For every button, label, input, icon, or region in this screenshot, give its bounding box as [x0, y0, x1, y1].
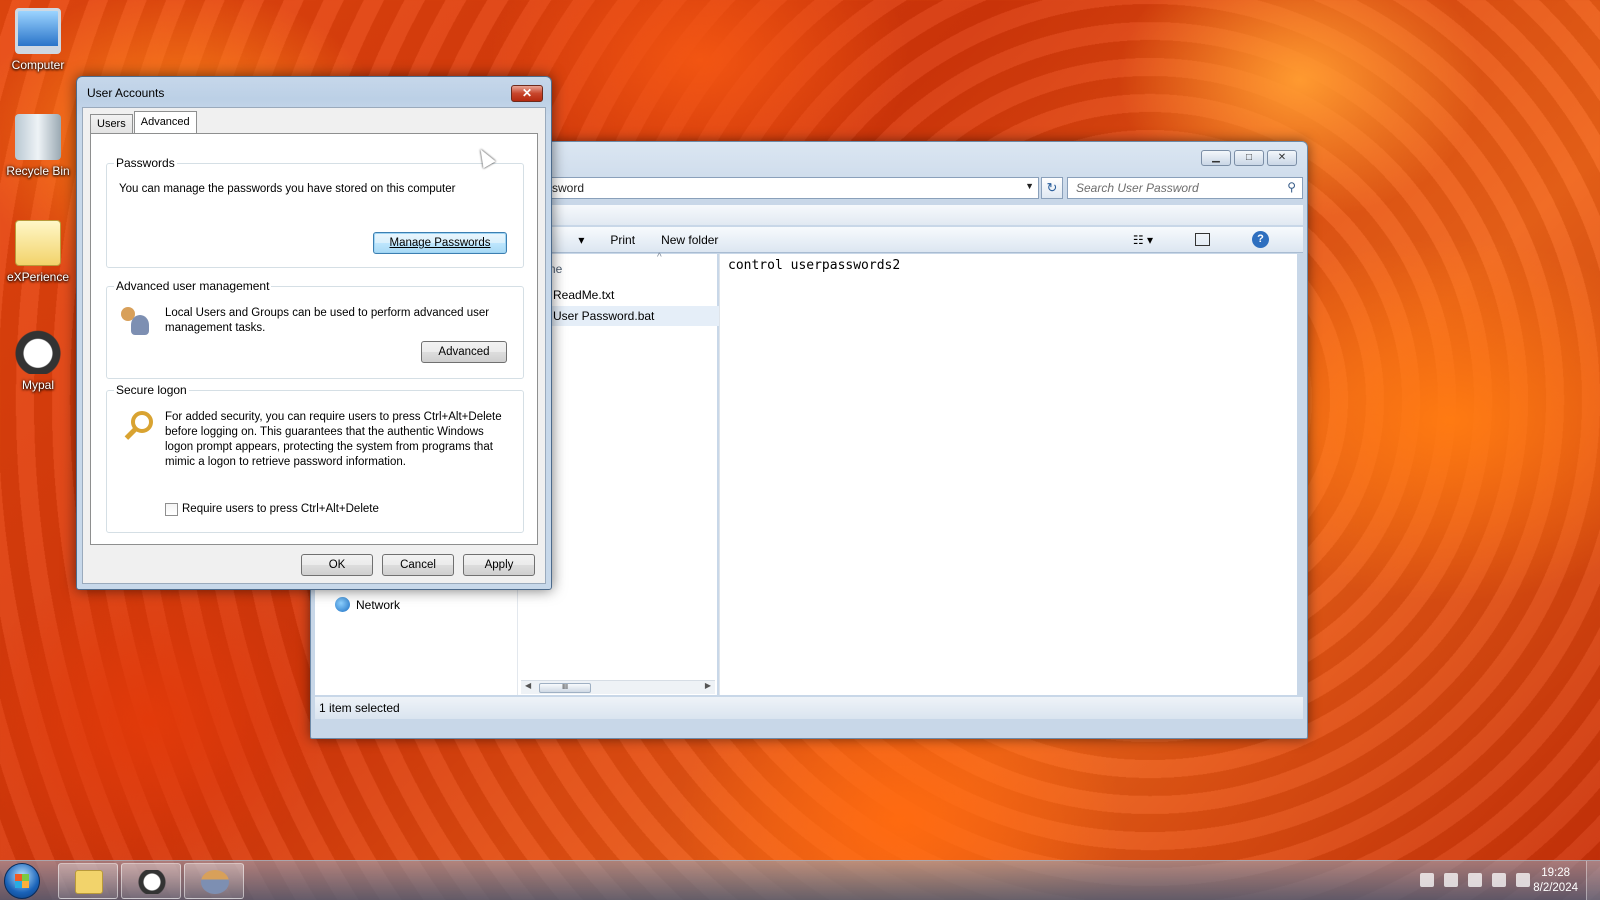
windows-explorer-icon — [75, 870, 103, 894]
notification-icon[interactable] — [1420, 873, 1434, 887]
chevron-down-icon[interactable]: ▼ — [1025, 181, 1034, 191]
toolbar: th ▾ Print New folder ☷ ▾ ? — [539, 227, 1303, 253]
computer-icon — [15, 8, 61, 54]
group-legend: Secure logon — [114, 383, 189, 397]
dialog-client: Users Advanced Passwords You can manage … — [82, 107, 546, 584]
checkbox-label[interactable]: Require users to press Ctrl+Alt+Delete — [182, 502, 482, 517]
clock-time: 19:28 — [1541, 867, 1570, 879]
scroll-left-icon[interactable]: ◀ — [525, 681, 531, 690]
clock-date: 8/2/2024 — [1533, 882, 1578, 894]
sort-arrow-icon: ^ — [657, 252, 662, 263]
taskbar: 19:28 8/2/2024 — [0, 860, 1600, 900]
taskbar-item-user-accounts[interactable] — [184, 863, 244, 899]
tab-users[interactable]: Users — [90, 114, 133, 133]
new-folder-button[interactable]: New folder — [661, 233, 718, 247]
passwords-description: You can manage the passwords you have st… — [119, 183, 456, 195]
security-icon[interactable] — [1444, 873, 1458, 887]
nav-item-network[interactable]: Network — [335, 597, 400, 612]
secure-logon-description: For added security, you can require user… — [165, 411, 502, 468]
search-icon[interactable]: ⚲ — [1287, 180, 1296, 194]
horizontal-scrollbar[interactable]: ◀ III ▶ — [521, 680, 715, 694]
list-item[interactable]: ReadMe.txt — [539, 285, 719, 305]
preview-text: control userpasswords2 — [728, 258, 901, 273]
taskbar-item-mypal[interactable] — [121, 863, 181, 899]
ok-button[interactable]: OK — [301, 554, 373, 576]
minimize-button[interactable]: ▁ — [1201, 150, 1231, 166]
group-legend: Passwords — [114, 156, 177, 170]
show-desktop-button[interactable] — [1586, 861, 1600, 900]
file-name: User Password.bat — [553, 309, 655, 323]
desktop-icon-label: Computer — [11, 58, 65, 72]
menu-strip — [539, 205, 1303, 225]
advanced-button[interactable]: Advanced — [421, 341, 507, 363]
volume-muted-icon[interactable] — [1516, 873, 1530, 887]
search-input[interactable]: Search User Password ⚲ — [1067, 177, 1303, 199]
preview-pane: control userpasswords2 — [719, 254, 1297, 695]
recycle-bin-icon — [15, 114, 61, 160]
file-name: ReadMe.txt — [553, 288, 615, 302]
require-ctrl-alt-delete-checkbox[interactable] — [165, 503, 178, 516]
desktop-icon-recycle-bin[interactable]: Recycle Bin — [4, 114, 72, 178]
cancel-button[interactable]: Cancel — [382, 554, 454, 576]
button-label: Manage Passwords — [389, 237, 491, 249]
close-button[interactable]: ✕ — [1267, 150, 1297, 166]
flag-icon[interactable] — [1468, 873, 1482, 887]
scroll-right-icon[interactable]: ▶ — [705, 681, 711, 690]
desktop-icon-label: eXPerience — [6, 270, 70, 284]
desktop-icon-computer[interactable]: Computer — [4, 8, 72, 72]
mypal-browser-icon — [138, 870, 166, 894]
network-tray-icon[interactable] — [1492, 873, 1506, 887]
mypal-browser-icon — [15, 328, 61, 374]
print-button[interactable]: Print — [610, 233, 635, 247]
manage-passwords-button[interactable]: Manage Passwords — [373, 232, 507, 254]
tab-panel-advanced: Passwords You can manage the passwords y… — [90, 133, 538, 545]
system-tray — [1420, 873, 1530, 887]
tab-advanced[interactable]: Advanced — [133, 111, 197, 134]
dialog-title: User Accounts — [87, 86, 165, 100]
group-legend: Advanced user management — [114, 279, 272, 293]
view-options-icon[interactable]: ☷ ▾ — [1133, 233, 1153, 247]
desktop-icon-label: Recycle Bin — [6, 164, 70, 178]
scroll-thumb[interactable]: III — [539, 683, 591, 693]
taskbar-item-explorer[interactable] — [58, 863, 118, 899]
advanced-user-management-group: Advanced user management Local Users and… — [106, 279, 524, 379]
maximize-button[interactable]: □ — [1234, 150, 1264, 166]
help-icon[interactable]: ? — [1252, 231, 1269, 248]
desktop-icon-experience[interactable]: eXPerience — [4, 220, 72, 284]
clock[interactable]: 19:28 8/2/2024 — [1533, 866, 1578, 896]
advanced-mgmt-description: Local Users and Groups can be used to pe… — [165, 307, 490, 334]
network-icon — [335, 597, 350, 612]
apply-button[interactable]: Apply — [463, 554, 535, 576]
preview-pane-icon[interactable] — [1195, 233, 1210, 246]
user-accounts-icon — [201, 870, 229, 894]
list-item[interactable]: User Password.bat — [539, 306, 719, 326]
desktop-icon-label: Mypal — [21, 378, 54, 392]
folder-icon — [15, 220, 61, 266]
desktop-icon-mypal[interactable]: Mypal — [4, 328, 72, 392]
status-text: 1 item selected — [319, 701, 400, 715]
start-button[interactable] — [4, 863, 40, 899]
window-controls: ▁ □ ✕ — [1201, 150, 1297, 166]
refresh-button[interactable]: ↻ — [1041, 177, 1063, 199]
status-bar: 1 item selected — [315, 697, 1303, 719]
address-bar[interactable]: ssword ▼ — [539, 177, 1039, 199]
nav-item-label: Network — [356, 597, 401, 612]
passwords-group: Passwords You can manage the passwords y… — [106, 156, 524, 268]
tab-strip: Users Advanced — [90, 111, 198, 134]
key-icon — [117, 409, 153, 441]
search-placeholder: Search User Password — [1076, 181, 1199, 195]
users-icon — [119, 305, 151, 337]
secure-logon-group: Secure logon For added security, you can… — [106, 383, 524, 533]
close-button[interactable]: ✕ — [511, 85, 543, 102]
